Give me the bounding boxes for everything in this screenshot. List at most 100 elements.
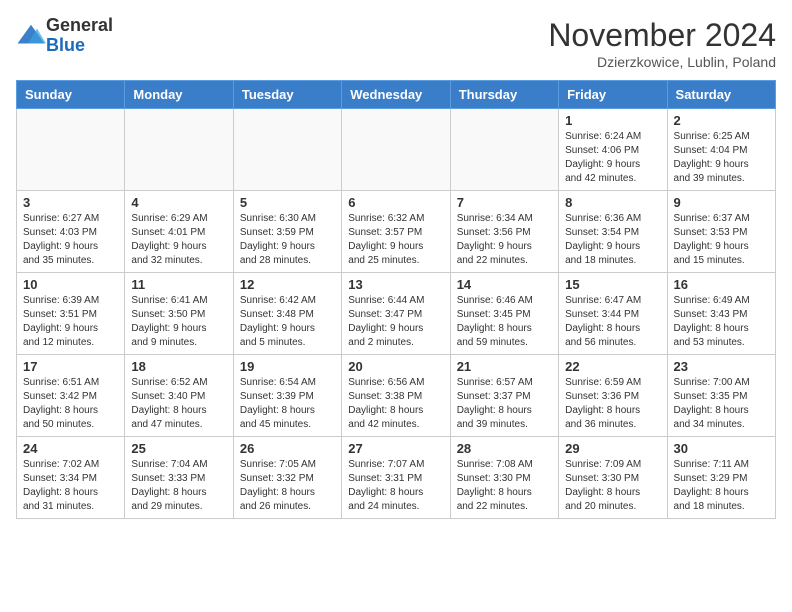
day-info: Sunrise: 7:05 AM Sunset: 3:32 PM Dayligh… <box>240 458 335 514</box>
logo-icon <box>16 21 46 51</box>
day-info: Sunrise: 6:54 AM Sunset: 3:39 PM Dayligh… <box>240 376 335 432</box>
location-text: Dzierzkowice, Lublin, Poland <box>548 54 776 70</box>
calendar-header-thursday: Thursday <box>450 81 558 109</box>
calendar-cell: 24 Sunrise: 7:02 AM Sunset: 3:34 PM Dayli… <box>17 437 125 519</box>
calendar-cell: 29 Sunrise: 7:09 AM Sunset: 3:30 PM Dayli… <box>559 437 667 519</box>
day-number: 7 <box>457 195 552 210</box>
day-number: 20 <box>348 359 443 374</box>
day-info: Sunrise: 6:47 AM Sunset: 3:44 PM Dayligh… <box>565 294 660 350</box>
calendar-cell: 23 Sunrise: 7:00 AM Sunset: 3:35 PM Dayli… <box>667 355 775 437</box>
calendar-cell: 4Sunrise: 6:29 AM Sunset: 4:01 PM Daylig… <box>125 191 233 273</box>
calendar-cell <box>17 109 125 191</box>
day-number: 9 <box>674 195 769 210</box>
day-number: 29 <box>565 441 660 456</box>
day-info: Sunrise: 6:44 AM Sunset: 3:47 PM Dayligh… <box>348 294 443 350</box>
day-info: Sunrise: 6:52 AM Sunset: 3:40 PM Dayligh… <box>131 376 226 432</box>
day-number: 23 <box>674 359 769 374</box>
day-number: 12 <box>240 277 335 292</box>
calendar-cell <box>342 109 450 191</box>
calendar-cell: 3 Sunrise: 6:27 AM Sunset: 4:03 PM Daylig… <box>17 191 125 273</box>
calendar-cell: 12 Sunrise: 6:42 AM Sunset: 3:48 PM Dayli… <box>233 273 341 355</box>
calendar-header-monday: Monday <box>125 81 233 109</box>
day-number: 17 <box>23 359 118 374</box>
day-info: Sunrise: 6:37 AM Sunset: 3:53 PM Dayligh… <box>674 212 769 268</box>
day-info: Sunrise: 6:42 AM Sunset: 3:48 PM Dayligh… <box>240 294 335 350</box>
day-info: Sunrise: 6:29 AM Sunset: 4:01 PM Dayligh… <box>131 212 226 268</box>
day-number: 25 <box>131 441 226 456</box>
calendar-header-tuesday: Tuesday <box>233 81 341 109</box>
calendar-cell: 11 Sunrise: 6:41 AM Sunset: 3:50 PM Dayli… <box>125 273 233 355</box>
calendar-cell: 19 Sunrise: 6:54 AM Sunset: 3:39 PM Dayli… <box>233 355 341 437</box>
day-number: 30 <box>674 441 769 456</box>
day-number: 18 <box>131 359 226 374</box>
day-number: 5 <box>240 195 335 210</box>
title-section: November 2024 Dzierzkowice, Lublin, Pola… <box>548 16 776 70</box>
calendar-cell: 17 Sunrise: 6:51 AM Sunset: 3:42 PM Dayli… <box>17 355 125 437</box>
day-info: Sunrise: 6:24 AM Sunset: 4:06 PM Dayligh… <box>565 130 660 186</box>
logo-general-text: General <box>46 15 113 35</box>
day-info: Sunrise: 6:56 AM Sunset: 3:38 PM Dayligh… <box>348 376 443 432</box>
day-number: 13 <box>348 277 443 292</box>
calendar-cell: 14 Sunrise: 6:46 AM Sunset: 3:45 PM Dayli… <box>450 273 558 355</box>
calendar-header-row: SundayMondayTuesdayWednesdayThursdayFrid… <box>17 81 776 109</box>
calendar-cell: 2Sunrise: 6:25 AM Sunset: 4:04 PM Daylig… <box>667 109 775 191</box>
calendar-cell: 21 Sunrise: 6:57 AM Sunset: 3:37 PM Dayli… <box>450 355 558 437</box>
day-number: 14 <box>457 277 552 292</box>
logo-blue-text: Blue <box>46 35 85 55</box>
day-info: Sunrise: 6:32 AM Sunset: 3:57 PM Dayligh… <box>348 212 443 268</box>
day-number: 8 <box>565 195 660 210</box>
calendar-cell: 20 Sunrise: 6:56 AM Sunset: 3:38 PM Dayli… <box>342 355 450 437</box>
day-number: 11 <box>131 277 226 292</box>
calendar-cell: 16 Sunrise: 6:49 AM Sunset: 3:43 PM Dayli… <box>667 273 775 355</box>
calendar-header-friday: Friday <box>559 81 667 109</box>
calendar-cell: 10Sunrise: 6:39 AM Sunset: 3:51 PM Dayli… <box>17 273 125 355</box>
day-info: Sunrise: 7:07 AM Sunset: 3:31 PM Dayligh… <box>348 458 443 514</box>
day-info: Sunrise: 7:04 AM Sunset: 3:33 PM Dayligh… <box>131 458 226 514</box>
day-number: 16 <box>674 277 769 292</box>
day-info: Sunrise: 7:08 AM Sunset: 3:30 PM Dayligh… <box>457 458 552 514</box>
day-number: 1 <box>565 113 660 128</box>
day-info: Sunrise: 7:02 AM Sunset: 3:34 PM Dayligh… <box>23 458 118 514</box>
day-info: Sunrise: 6:51 AM Sunset: 3:42 PM Dayligh… <box>23 376 118 432</box>
calendar-cell <box>125 109 233 191</box>
calendar-cell: 7Sunrise: 6:34 AM Sunset: 3:56 PM Daylig… <box>450 191 558 273</box>
calendar-cell: 15Sunrise: 6:47 AM Sunset: 3:44 PM Dayli… <box>559 273 667 355</box>
day-info: Sunrise: 6:41 AM Sunset: 3:50 PM Dayligh… <box>131 294 226 350</box>
day-number: 27 <box>348 441 443 456</box>
calendar-cell: 26 Sunrise: 7:05 AM Sunset: 3:32 PM Dayli… <box>233 437 341 519</box>
day-info: Sunrise: 6:27 AM Sunset: 4:03 PM Dayligh… <box>23 212 118 268</box>
calendar-table: SundayMondayTuesdayWednesdayThursdayFrid… <box>16 80 776 519</box>
day-number: 21 <box>457 359 552 374</box>
day-number: 26 <box>240 441 335 456</box>
day-number: 3 <box>23 195 118 210</box>
calendar-week-4: 17 Sunrise: 6:51 AM Sunset: 3:42 PM Dayli… <box>17 355 776 437</box>
day-info: Sunrise: 6:59 AM Sunset: 3:36 PM Dayligh… <box>565 376 660 432</box>
calendar-cell: 27 Sunrise: 7:07 AM Sunset: 3:31 PM Dayli… <box>342 437 450 519</box>
day-info: Sunrise: 6:36 AM Sunset: 3:54 PM Dayligh… <box>565 212 660 268</box>
day-info: Sunrise: 6:49 AM Sunset: 3:43 PM Dayligh… <box>674 294 769 350</box>
day-number: 6 <box>348 195 443 210</box>
day-number: 28 <box>457 441 552 456</box>
day-info: Sunrise: 6:46 AM Sunset: 3:45 PM Dayligh… <box>457 294 552 350</box>
calendar-cell: 1 Sunrise: 6:24 AM Sunset: 4:06 PM Daylig… <box>559 109 667 191</box>
calendar-week-3: 10Sunrise: 6:39 AM Sunset: 3:51 PM Dayli… <box>17 273 776 355</box>
day-number: 22 <box>565 359 660 374</box>
calendar-cell <box>233 109 341 191</box>
day-number: 10 <box>23 277 118 292</box>
day-info: Sunrise: 7:00 AM Sunset: 3:35 PM Dayligh… <box>674 376 769 432</box>
day-info: Sunrise: 7:09 AM Sunset: 3:30 PM Dayligh… <box>565 458 660 514</box>
calendar-week-5: 24 Sunrise: 7:02 AM Sunset: 3:34 PM Dayli… <box>17 437 776 519</box>
calendar-cell: 6 Sunrise: 6:32 AM Sunset: 3:57 PM Daylig… <box>342 191 450 273</box>
calendar-week-1: 1 Sunrise: 6:24 AM Sunset: 4:06 PM Daylig… <box>17 109 776 191</box>
calendar-cell: 5Sunrise: 6:30 AM Sunset: 3:59 PM Daylig… <box>233 191 341 273</box>
day-number: 19 <box>240 359 335 374</box>
calendar-cell: 9 Sunrise: 6:37 AM Sunset: 3:53 PM Daylig… <box>667 191 775 273</box>
day-number: 24 <box>23 441 118 456</box>
calendar-header-sunday: Sunday <box>17 81 125 109</box>
calendar-week-2: 3 Sunrise: 6:27 AM Sunset: 4:03 PM Daylig… <box>17 191 776 273</box>
calendar-cell: 13 Sunrise: 6:44 AM Sunset: 3:47 PM Dayli… <box>342 273 450 355</box>
calendar-cell: 18 Sunrise: 6:52 AM Sunset: 3:40 PM Dayli… <box>125 355 233 437</box>
day-info: Sunrise: 6:57 AM Sunset: 3:37 PM Dayligh… <box>457 376 552 432</box>
calendar-cell: 25 Sunrise: 7:04 AM Sunset: 3:33 PM Dayli… <box>125 437 233 519</box>
calendar-cell: 8 Sunrise: 6:36 AM Sunset: 3:54 PM Daylig… <box>559 191 667 273</box>
